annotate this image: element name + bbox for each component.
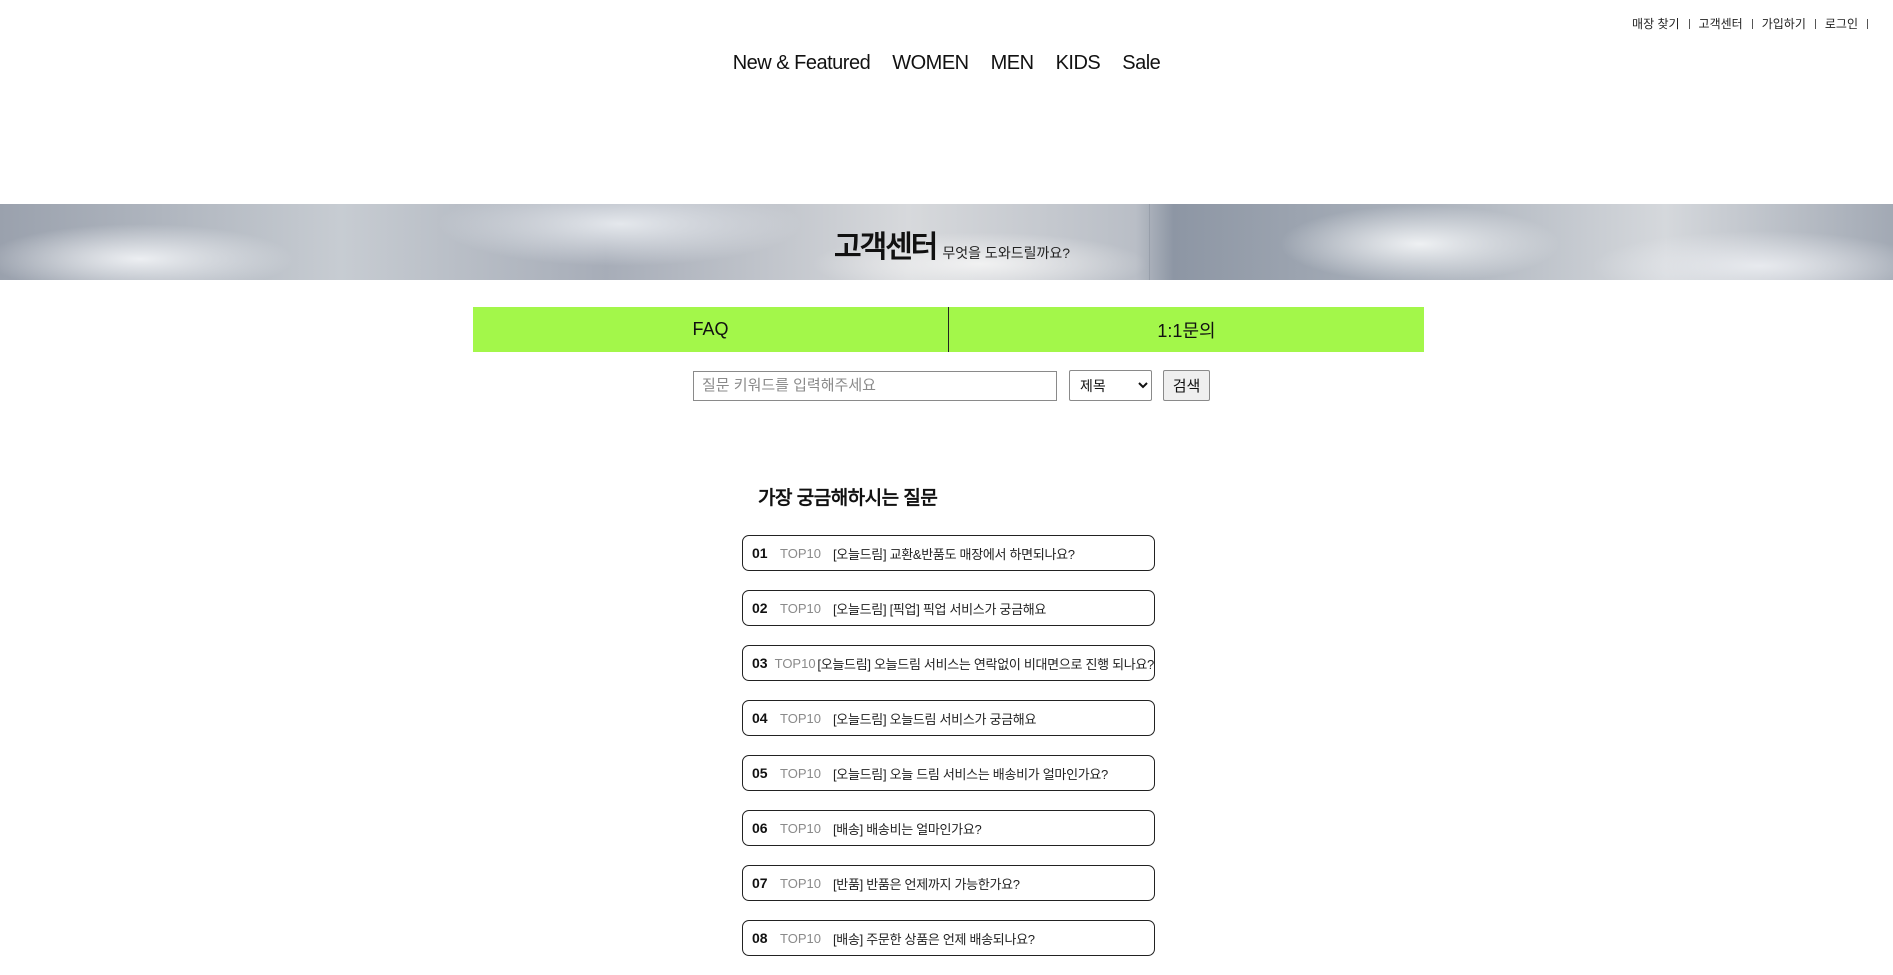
page-subtitle: 무엇을 도와드릴까요? <box>942 245 1071 261</box>
faq-badge: TOP10 <box>780 930 821 946</box>
faq-number: 01 <box>752 545 768 561</box>
search-field-select[interactable]: 제목 <box>1069 370 1152 401</box>
faq-question: [오늘드림] [픽업] 픽업 서비스가 궁금해요 <box>833 601 1047 617</box>
faq-number: 06 <box>752 820 768 836</box>
support-tabs: FAQ 1:1문의 <box>473 307 1424 352</box>
nav-kids[interactable]: KIDS <box>1056 52 1101 75</box>
faq-item[interactable]: 03 TOP10 [오늘드림] 오늘드림 서비스는 연락없이 비대면으로 진행 … <box>742 645 1155 681</box>
faq-item[interactable]: 07 TOP10 [반품] 반품은 언제까지 가능한가요? <box>742 865 1155 901</box>
faq-badge: TOP10 <box>780 820 821 836</box>
util-item-customer-center: 고객센터 <box>1699 15 1762 32</box>
search-input[interactable] <box>693 370 1057 401</box>
faq-badge: TOP10 <box>780 600 821 616</box>
faq-item[interactable]: 04 TOP10 [오늘드림] 오늘드림 서비스가 궁금해요 <box>742 700 1155 736</box>
faq-badge: TOP10 <box>774 655 816 671</box>
tab-one-on-one[interactable]: 1:1문의 <box>949 307 1424 352</box>
util-item-login: 로그인 <box>1825 15 1877 32</box>
util-divider <box>1814 18 1816 29</box>
faq-question: [배송] 배송비는 얼마인가요? <box>833 821 982 837</box>
store-finder-link[interactable]: 매장 찾기 <box>1632 15 1680 32</box>
faq-search: 제목 검색 <box>693 370 1210 401</box>
join-link[interactable]: 가입하기 <box>1762 15 1806 32</box>
faq-number: 07 <box>752 875 768 891</box>
faq-question: [오늘드림] 오늘드림 서비스는 연락없이 비대면으로 진행 되나요? <box>817 656 1154 672</box>
faq-question: [배송] 주문한 상품은 언제 배송되나요? <box>833 931 1035 947</box>
hero-title-group: 고객센터 무엇을 도와드릴까요? <box>834 222 1070 266</box>
util-item-store-finder: 매장 찾기 <box>1632 15 1699 32</box>
search-button[interactable]: 검색 <box>1163 370 1210 401</box>
nav-new-featured[interactable]: New & Featured <box>733 52 871 75</box>
faq-question: [오늘드림] 오늘 드림 서비스는 배송비가 얼마인가요? <box>833 766 1108 782</box>
nav-men[interactable]: MEN <box>991 52 1034 75</box>
faq-number: 02 <box>752 600 768 616</box>
main-nav: New & Featured WOMEN MEN KIDS Sale <box>0 52 1893 75</box>
faq-item[interactable]: 08 TOP10 [배송] 주문한 상품은 언제 배송되나요? <box>742 920 1155 956</box>
faq-list: 01 TOP10 [오늘드림] 교환&반품도 매장에서 하면되나요? 02 TO… <box>742 535 1155 975</box>
faq-question: [오늘드림] 오늘드림 서비스가 궁금해요 <box>833 711 1037 727</box>
tab-faq[interactable]: FAQ <box>473 307 948 352</box>
hero-image-seam <box>1149 204 1150 280</box>
faq-item[interactable]: 01 TOP10 [오늘드림] 교환&반품도 매장에서 하면되나요? <box>742 535 1155 571</box>
faq-badge: TOP10 <box>780 710 821 726</box>
util-item-join: 가입하기 <box>1762 15 1825 32</box>
customer-center-link[interactable]: 고객센터 <box>1699 15 1743 32</box>
util-divider <box>1751 18 1753 29</box>
faq-badge: TOP10 <box>780 545 821 561</box>
faq-item[interactable]: 06 TOP10 [배송] 배송비는 얼마인가요? <box>742 810 1155 846</box>
util-divider <box>1867 18 1868 29</box>
utility-nav: 매장 찾기 고객센터 가입하기 로그인 <box>1632 15 1877 32</box>
login-link[interactable]: 로그인 <box>1825 15 1858 32</box>
faq-item[interactable]: 05 TOP10 [오늘드림] 오늘 드림 서비스는 배송비가 얼마인가요? <box>742 755 1155 791</box>
page-title: 고객센터 <box>834 231 938 264</box>
faq-question: [오늘드림] 교환&반품도 매장에서 하면되나요? <box>833 546 1075 562</box>
nav-women[interactable]: WOMEN <box>892 52 969 75</box>
hero-banner: 고객센터 무엇을 도와드릴까요? <box>0 204 1893 280</box>
nav-sale[interactable]: Sale <box>1122 52 1161 75</box>
faq-number: 03 <box>752 655 768 671</box>
faq-number: 08 <box>752 930 768 946</box>
faq-number: 04 <box>752 710 768 726</box>
faq-badge: TOP10 <box>780 765 821 781</box>
faq-badge: TOP10 <box>780 875 821 891</box>
faq-number: 05 <box>752 765 768 781</box>
faq-question: [반품] 반품은 언제까지 가능한가요? <box>833 876 1020 892</box>
faq-heading: 가장 궁금해하시는 질문 <box>758 488 938 509</box>
util-divider <box>1688 18 1690 29</box>
faq-item[interactable]: 02 TOP10 [오늘드림] [픽업] 픽업 서비스가 궁금해요 <box>742 590 1155 626</box>
